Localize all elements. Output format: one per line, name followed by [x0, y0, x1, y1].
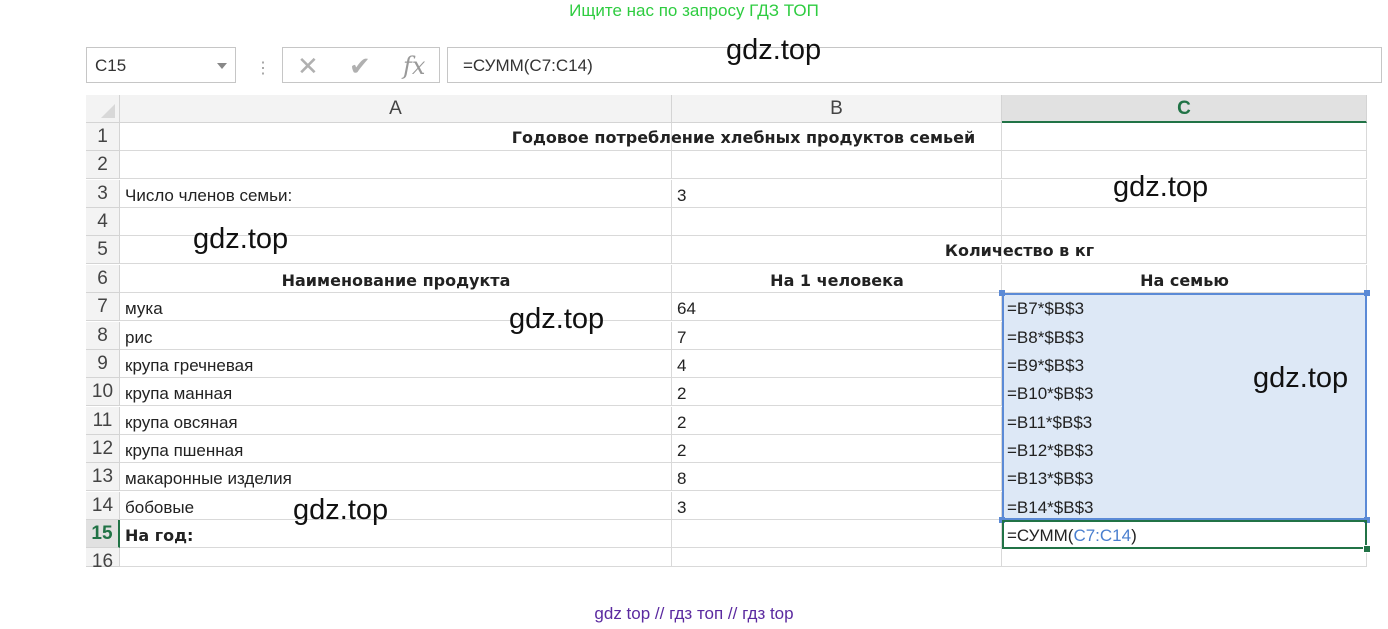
row-header-3[interactable]: 3 [86, 180, 120, 208]
grid-cell[interactable] [120, 151, 672, 179]
formula-value: =СУММ(C7:C14) [463, 56, 593, 75]
per-person-value[interactable]: 4 [672, 350, 1002, 378]
column-header-b[interactable]: B [672, 95, 1002, 123]
row-header-8[interactable]: 8 [86, 322, 120, 350]
grid-cell[interactable] [1002, 208, 1367, 236]
row-header-1[interactable]: 1 [86, 123, 120, 151]
per-person-value[interactable]: 7 [672, 322, 1002, 350]
product-name[interactable]: бобовые [120, 492, 672, 520]
per-family-formula[interactable]: =B11*$B$3 [1002, 407, 1367, 435]
per-person-value[interactable]: 2 [672, 378, 1002, 406]
product-name[interactable]: макаронные изделия [120, 463, 672, 491]
total-label[interactable]: На год: [120, 520, 672, 548]
watermark: gdz.top [193, 223, 289, 255]
column-header-c[interactable]: C [1002, 95, 1367, 123]
family-value[interactable]: 3 [672, 180, 1002, 208]
grid-cell[interactable] [1002, 548, 1367, 567]
per-person-value[interactable]: 2 [672, 435, 1002, 463]
row-header-4[interactable]: 4 [86, 208, 120, 236]
total-formula[interactable]: =СУММ(C7:C14) [1002, 520, 1367, 548]
qty-header[interactable]: Количество в кг [672, 236, 1367, 264]
watermark: gdz.top [1113, 171, 1209, 203]
row-header-6[interactable]: 6 [86, 265, 120, 293]
row-header-14[interactable]: 14 [86, 492, 120, 520]
row-header-11[interactable]: 11 [86, 407, 120, 435]
total-formula-prefix: =СУММ( [1007, 526, 1074, 545]
grid-cell[interactable] [672, 520, 1002, 548]
grid-cell[interactable] [672, 548, 1002, 567]
grid-cell[interactable] [120, 548, 672, 567]
row-header-5[interactable]: 5 [86, 236, 120, 264]
chevron-down-icon[interactable] [217, 63, 227, 69]
row-header-12[interactable]: 12 [86, 435, 120, 463]
total-formula-suffix: ) [1131, 526, 1137, 545]
product-name[interactable]: крупа пшенная [120, 435, 672, 463]
per-person-value[interactable]: 64 [672, 293, 1002, 321]
per-family-header[interactable]: На семью [1002, 265, 1367, 293]
top-banner: Ищите нас по запросу ГДЗ ТОП [569, 1, 819, 20]
product-name[interactable]: крупа гречневая [120, 350, 672, 378]
formula-input[interactable]: =СУММ(C7:C14) [447, 47, 1382, 83]
spreadsheet-grid: A B C 1 2 3 4 5 6 7 8 9 10 11 12 13 14 15 16 Годовое по… [86, 95, 1382, 572]
watermark: gdz.top [509, 303, 605, 335]
bottom-banner: gdz top // гдз топ // гдз top [594, 604, 794, 623]
formula-bar-grip-icon[interactable]: ⋮ [255, 58, 271, 78]
per-family-formula[interactable]: =B8*$B$3 [1002, 322, 1367, 350]
per-person-value[interactable]: 8 [672, 463, 1002, 491]
sheet-title[interactable]: Годовое потребление хлебных продуктов се… [120, 123, 1367, 151]
per-person-value[interactable]: 2 [672, 407, 1002, 435]
per-family-formula[interactable]: =B14*$B$3 [1002, 492, 1367, 520]
per-family-formula[interactable]: =B12*$B$3 [1002, 435, 1367, 463]
column-header-a[interactable]: A [120, 95, 672, 123]
row-header-16[interactable]: 16 [86, 548, 120, 572]
cancel-icon[interactable]: ✕ [297, 52, 319, 80]
per-person-value[interactable]: 3 [672, 492, 1002, 520]
row-header-2[interactable]: 2 [86, 151, 120, 179]
per-family-formula[interactable]: =B13*$B$3 [1002, 463, 1367, 491]
per-person-header[interactable]: На 1 человека [672, 265, 1002, 293]
row-header-7[interactable]: 7 [86, 293, 120, 321]
grid-cell[interactable] [672, 151, 1002, 179]
family-label[interactable]: Число членов семьи: [120, 180, 672, 208]
watermark: gdz.top [1253, 362, 1349, 394]
name-header[interactable]: Наименование продукта [120, 265, 672, 293]
product-name[interactable]: крупа манная [120, 378, 672, 406]
select-all-button[interactable] [86, 95, 120, 123]
product-name[interactable]: крупа овсяная [120, 407, 672, 435]
name-box-value: C15 [95, 56, 127, 75]
row-header-9[interactable]: 9 [86, 350, 120, 378]
row-header-10[interactable]: 10 [86, 378, 120, 406]
row-header-15[interactable]: 15 [86, 520, 120, 548]
select-all-icon [101, 104, 115, 118]
fx-icon[interactable]: fx [403, 52, 425, 80]
per-family-formula[interactable]: =B7*$B$3 [1002, 293, 1367, 321]
row-header-13[interactable]: 13 [86, 463, 120, 491]
enter-icon[interactable]: ✔ [349, 52, 371, 80]
grid-cell[interactable] [672, 208, 1002, 236]
watermark: gdz.top [726, 34, 822, 66]
name-box[interactable]: C15 [86, 47, 236, 83]
total-formula-ref: C7:C14 [1073, 526, 1132, 545]
formula-buttons: ✕ ✔ fx [282, 47, 440, 83]
watermark: gdz.top [293, 494, 389, 526]
